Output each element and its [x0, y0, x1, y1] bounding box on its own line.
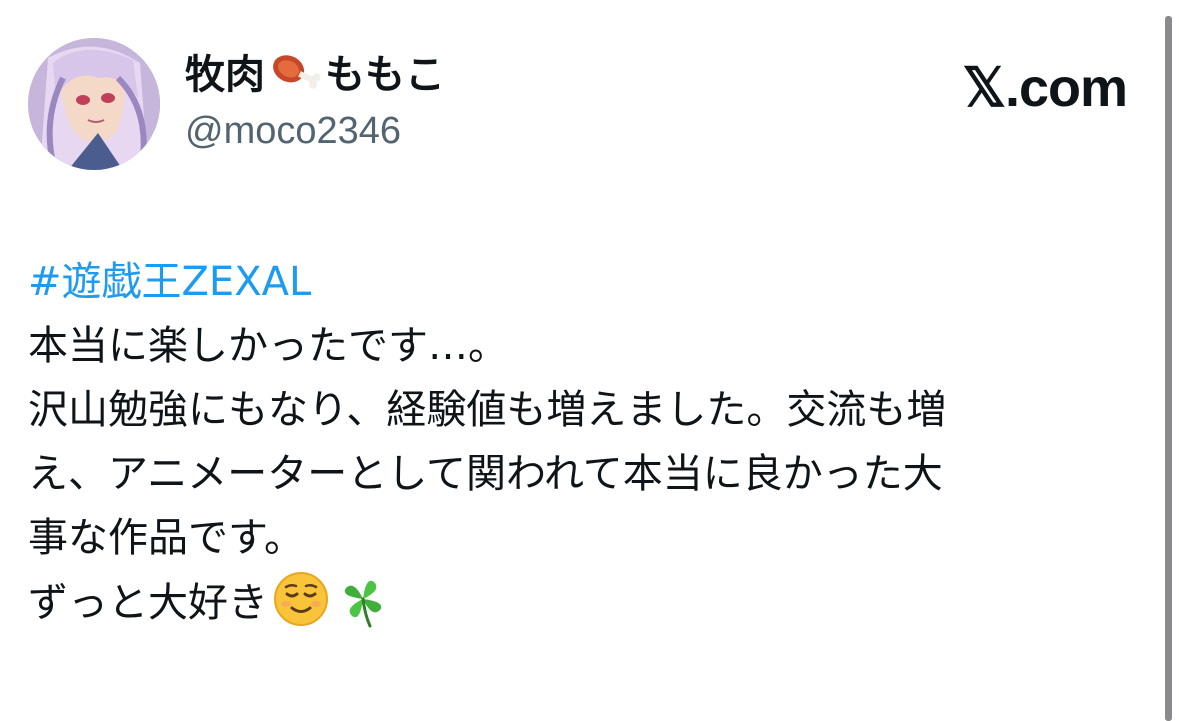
tweet-card: 牧肉 ももこ @moco2346 𝕏.com #遊戯王ZEXAL 本当に楽しかっ… — [0, 0, 1179, 721]
display-name[interactable]: 牧肉 ももこ — [185, 50, 445, 100]
scrollbar[interactable] — [1165, 16, 1172, 721]
tweet-text: #遊戯王ZEXAL 本当に楽しかったです…。 沢山勉強にもなり、経験値も増えまし… — [28, 250, 1138, 635]
tweet-line: 事な作品です。 — [28, 515, 304, 561]
four-leaf-clover-icon — [334, 570, 392, 628]
relieved-face-icon — [272, 570, 330, 628]
tweet-line: 本当に楽しかったです…。 — [28, 323, 508, 369]
avatar[interactable] — [28, 38, 160, 170]
avatar-illustration-icon — [28, 38, 160, 170]
tweet-line: ずっと大好き — [28, 580, 268, 626]
user-handle[interactable]: @moco2346 — [185, 108, 401, 154]
tweet-line: 沢山勉強にもなり、経験値も増えました。交流も増 — [28, 387, 947, 433]
meat-on-bone-icon — [267, 52, 323, 96]
tweet-last-line: ずっと大好き — [28, 570, 1138, 635]
tweet-line: え、アニメーターとして関われて本当に良かった大 — [28, 451, 943, 497]
display-name-part2: ももこ — [325, 52, 445, 98]
x-com-logo: 𝕏.com — [962, 58, 1128, 118]
display-name-part1: 牧肉 — [185, 52, 265, 98]
hashtag-link[interactable]: #遊戯王ZEXAL — [28, 250, 1138, 314]
